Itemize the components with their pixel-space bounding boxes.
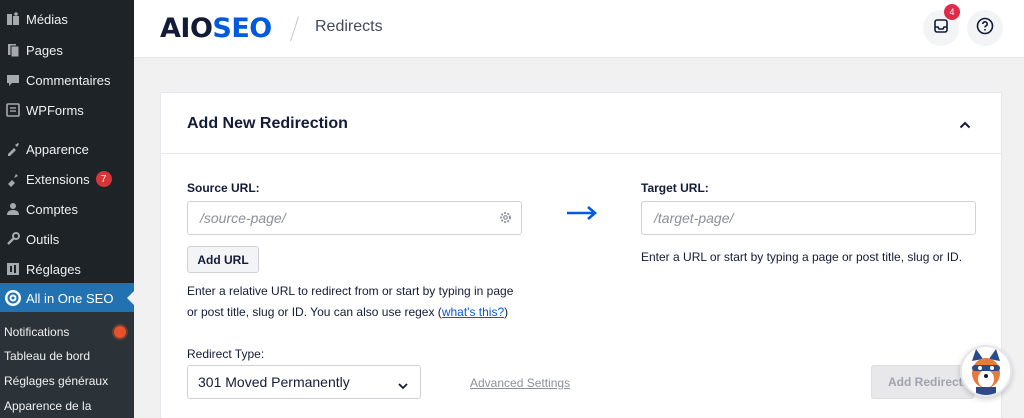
chevron-up-icon xyxy=(959,116,971,134)
help-icon xyxy=(976,17,994,40)
sidebar-item-wpforms[interactable]: WPForms xyxy=(0,95,134,125)
tools-icon xyxy=(0,231,26,247)
target-url-help: Enter a URL or start by typing a page or… xyxy=(641,250,963,264)
collapse-button[interactable] xyxy=(955,115,975,135)
submenu-item-appearance[interactable]: Apparence de la xyxy=(4,399,91,413)
advanced-settings-link[interactable]: Advanced Settings xyxy=(470,376,570,390)
source-url-label: Source URL: xyxy=(187,181,260,195)
target-url-label: Target URL: xyxy=(641,181,709,195)
add-url-button[interactable]: Add URL xyxy=(187,246,259,273)
help-button[interactable] xyxy=(967,10,1003,46)
page-title: Redirects xyxy=(315,18,383,35)
users-icon xyxy=(0,201,26,217)
sidebar-item-label: Commentaires xyxy=(26,72,111,88)
appearance-icon xyxy=(0,141,26,157)
mascot-helper-button[interactable] xyxy=(960,345,1012,397)
sidebar-item-label: Outils xyxy=(26,231,60,247)
sidebar-item-label: Médias xyxy=(26,11,68,27)
pages-icon xyxy=(0,42,26,58)
card-header[interactable]: Add New Redirection xyxy=(161,93,1001,154)
chevron-down-icon xyxy=(398,377,408,393)
sidebar-item-label: Pages xyxy=(26,42,63,58)
sidebar-item-label: All in One SEO xyxy=(26,290,114,306)
sidebar-item-label: Comptes xyxy=(26,201,79,217)
redirect-type-label: Redirect Type: xyxy=(187,347,265,361)
redirect-type-select[interactable]: 301 Moved Permanently xyxy=(187,365,421,399)
add-redirect-button[interactable]: Add Redirect xyxy=(871,365,974,399)
whats-this-link[interactable]: what's this? xyxy=(442,305,504,319)
target-url-input[interactable]: /target-page/ xyxy=(641,201,976,235)
notification-dot xyxy=(114,326,126,338)
inbox-icon xyxy=(933,18,949,39)
settings-icon xyxy=(0,261,26,277)
mascot-icon xyxy=(972,349,1000,395)
top-header: AIO SEO Redirects 4 xyxy=(134,0,1024,58)
plugins-icon xyxy=(0,171,26,187)
submenu-item-general-settings[interactable]: Réglages généraux xyxy=(4,374,108,388)
sidebar-item-settings[interactable]: Réglages xyxy=(0,254,134,284)
aioseo-icon xyxy=(0,289,26,307)
wpforms-icon xyxy=(0,102,26,118)
redirect-type-value: 301 Moved Permanently xyxy=(198,374,350,390)
source-url-placeholder: /source-page/ xyxy=(200,210,286,226)
source-url-help: Enter a relative URL to redirect from or… xyxy=(187,284,514,319)
gear-icon[interactable] xyxy=(499,211,512,227)
submenu-item-notifications[interactable]: Notifications xyxy=(4,325,69,339)
sidebar-item-appearance[interactable]: Apparence xyxy=(0,134,134,164)
aioseo-logo[interactable]: AIO SEO xyxy=(160,13,272,44)
sidebar-item-label: Apparence xyxy=(26,141,89,157)
notifications-count-badge: 4 xyxy=(944,4,960,20)
target-url-placeholder: /target-page/ xyxy=(654,210,734,226)
sidebar-item-pages[interactable]: Pages xyxy=(0,35,134,65)
sidebar-item-plugins[interactable]: Extensions 7 xyxy=(0,164,134,194)
breadcrumb-separator xyxy=(290,16,299,42)
sidebar-item-comments[interactable]: Commentaires xyxy=(0,65,134,95)
add-redirection-card: Add New Redirection Source URL: /source-… xyxy=(160,92,1002,418)
sidebar-item-users[interactable]: Comptes xyxy=(0,194,134,224)
notifications-button[interactable]: 4 xyxy=(923,4,960,46)
comments-icon xyxy=(0,72,26,88)
update-count-badge: 7 xyxy=(95,171,112,187)
media-icon xyxy=(0,11,26,27)
card-title: Add New Redirection xyxy=(187,115,348,132)
admin-sidebar: Médias Pages Commentaires WPForms Appare… xyxy=(0,0,134,418)
submenu-item-dashboard[interactable]: Tableau de bord xyxy=(4,349,90,363)
sidebar-item-label: Réglages xyxy=(26,261,81,277)
sidebar-item-aioseo[interactable]: All in One SEO xyxy=(0,283,134,313)
sidebar-item-tools[interactable]: Outils xyxy=(0,224,134,254)
source-url-input[interactable]: /source-page/ xyxy=(187,201,522,235)
sidebar-item-label: WPForms xyxy=(26,102,84,118)
arrow-right-icon xyxy=(567,206,597,220)
sidebar-item-label: Extensions xyxy=(26,171,90,187)
sidebar-item-media[interactable]: Médias xyxy=(0,4,134,34)
